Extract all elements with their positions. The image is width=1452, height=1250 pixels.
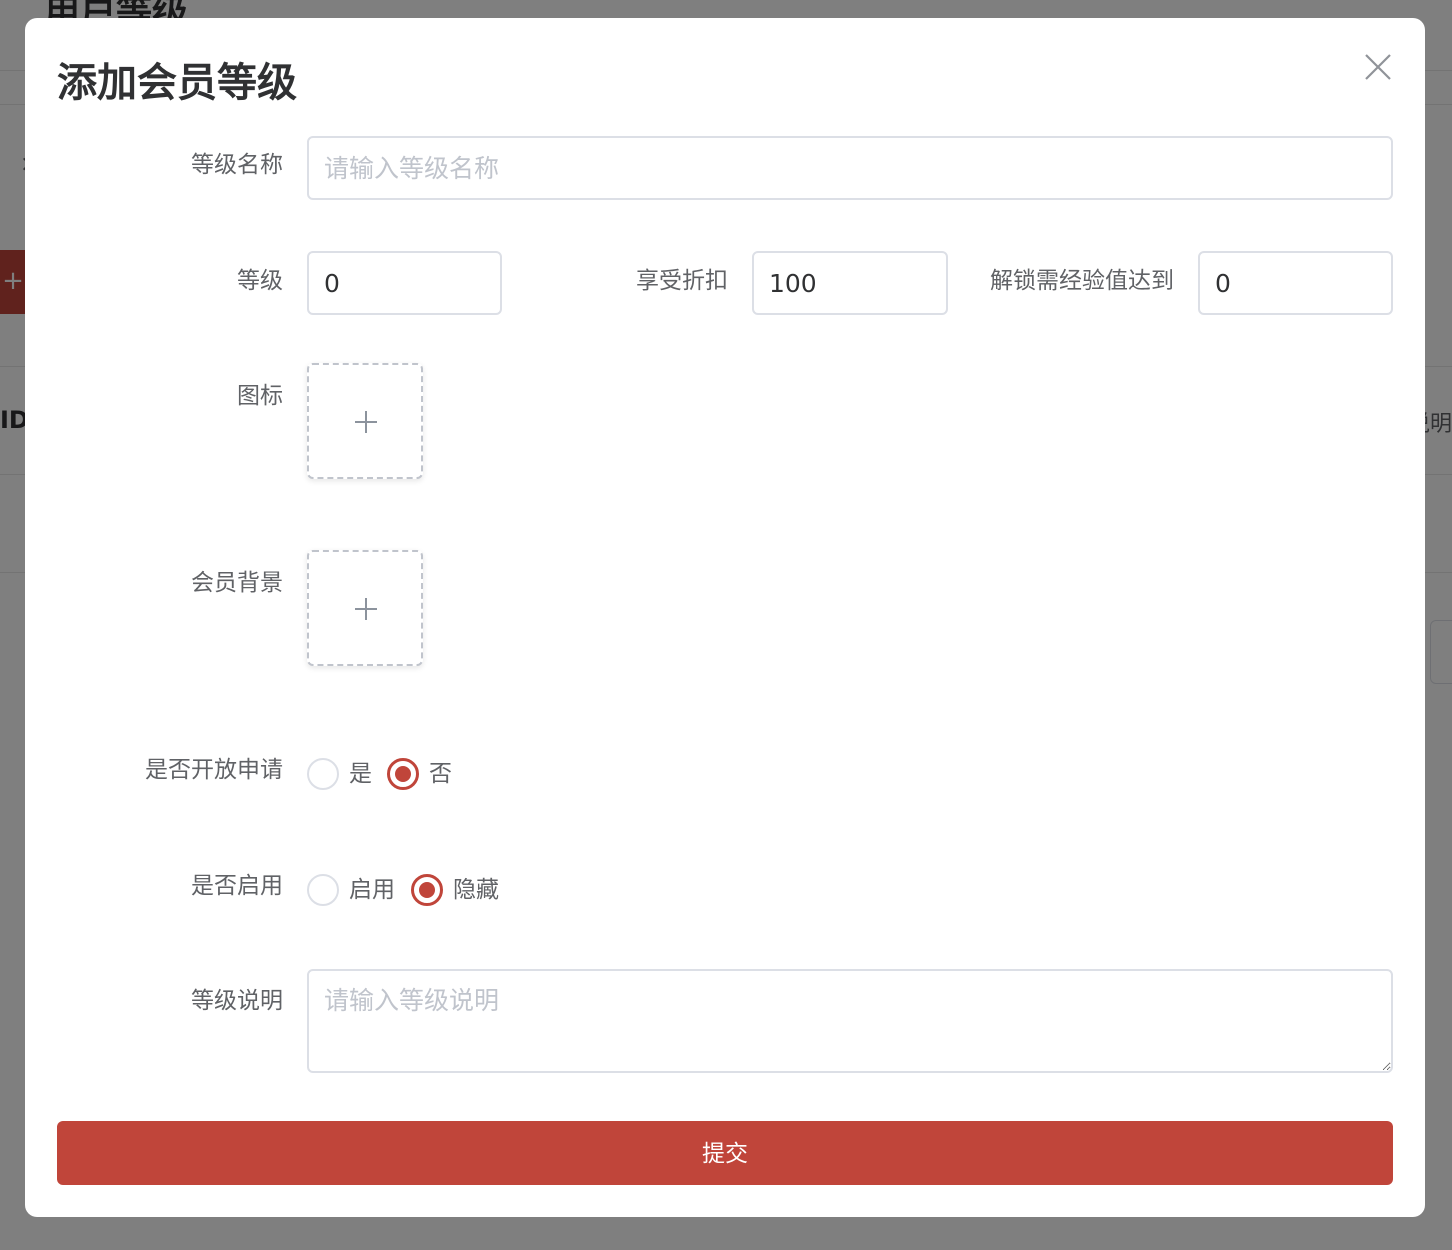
add-member-level-dialog: 添加会员等级 等级名称 等级 享受折扣 解锁需经验值达到 图标 会员背景 是否开… — [25, 18, 1425, 1217]
icon-uploader[interactable] — [307, 363, 423, 479]
radio-circle — [387, 758, 419, 790]
description-textarea[interactable] — [307, 969, 1393, 1073]
radio-label: 启用 — [349, 877, 395, 903]
exp-threshold-input[interactable] — [1198, 251, 1393, 315]
exp-threshold-label: 解锁需经验值达到 — [990, 268, 1174, 294]
icon-label: 图标 — [237, 383, 283, 409]
level-label: 等级 — [237, 268, 283, 294]
description-label: 等级说明 — [191, 988, 283, 1014]
radio-circle — [307, 758, 339, 790]
open-apply-label: 是否开放申请 — [145, 757, 283, 783]
radio-circle — [307, 874, 339, 906]
level-name-label: 等级名称 — [191, 152, 283, 178]
background-label: 会员背景 — [191, 570, 283, 596]
enabled-on-radio[interactable]: 启用 — [307, 873, 395, 907]
open-apply-yes-radio[interactable]: 是 — [307, 757, 372, 791]
background-uploader[interactable] — [307, 550, 423, 666]
discount-input[interactable] — [752, 251, 948, 315]
radio-label: 隐藏 — [453, 877, 499, 903]
discount-label: 享受折扣 — [636, 268, 728, 294]
submit-button[interactable]: 提交 — [57, 1121, 1393, 1185]
plus-icon — [355, 411, 377, 433]
dialog-title: 添加会员等级 — [57, 60, 297, 106]
level-input[interactable] — [307, 251, 502, 315]
radio-label: 否 — [429, 761, 452, 787]
plus-icon — [355, 598, 377, 620]
open-apply-no-radio[interactable]: 否 — [387, 757, 452, 791]
enabled-label: 是否启用 — [191, 873, 283, 899]
close-icon — [1363, 52, 1393, 82]
enabled-hidden-radio[interactable]: 隐藏 — [411, 873, 499, 907]
close-button[interactable] — [1363, 52, 1393, 82]
radio-label: 是 — [349, 761, 372, 787]
level-name-input[interactable] — [307, 136, 1393, 200]
radio-circle — [411, 874, 443, 906]
